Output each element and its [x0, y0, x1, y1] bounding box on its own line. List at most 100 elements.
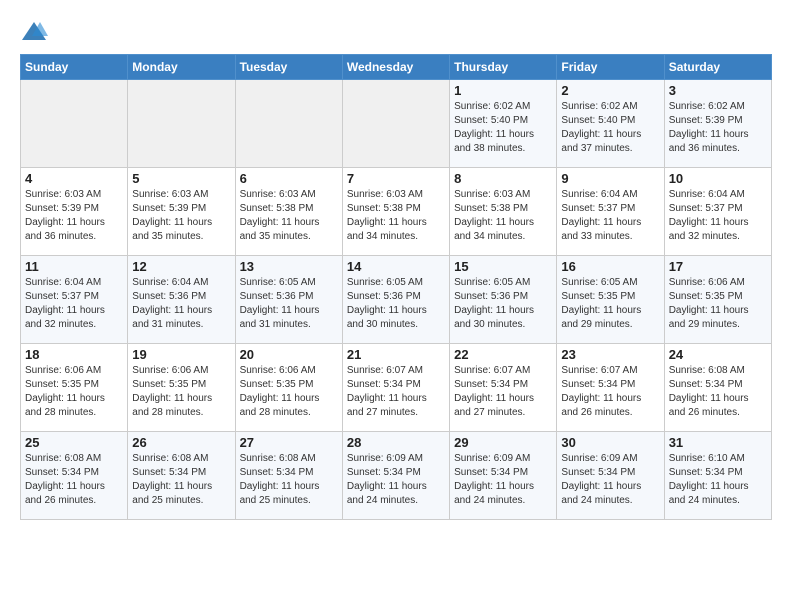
calendar-cell: 25 Sunrise: 6:08 AM Sunset: 5:34 PM Dayli…: [21, 432, 128, 520]
calendar-cell: [21, 80, 128, 168]
weekday-header-wednesday: Wednesday: [342, 55, 449, 80]
weekday-header-tuesday: Tuesday: [235, 55, 342, 80]
calendar-cell: 1 Sunrise: 6:02 AM Sunset: 5:40 PM Daylig…: [450, 80, 557, 168]
calendar-cell: 18Sunrise: 6:06 AM Sunset: 5:35 PM Dayli…: [21, 344, 128, 432]
day-info: Sunrise: 6:09 AM Sunset: 5:34 PM Dayligh…: [347, 452, 445, 508]
day-info: Sunrise: 6:08 AM Sunset: 5:34 PM Dayligh…: [25, 452, 123, 508]
day-number: 1: [454, 83, 552, 98]
calendar-week-4: 25 Sunrise: 6:08 AM Sunset: 5:34 PM Dayli…: [21, 432, 772, 520]
day-info: Sunrise: 6:04 AM Sunset: 5:37 PM Dayligh…: [669, 188, 767, 244]
day-info: Sunrise: 6:03 AM Sunset: 5:39 PM Dayligh…: [25, 188, 123, 244]
calendar-cell: 22Sunrise: 6:07 AM Sunset: 5:34 PM Dayli…: [450, 344, 557, 432]
calendar-cell: 12 Sunrise: 6:04 AM Sunset: 5:36 PM Dayli…: [128, 256, 235, 344]
weekday-header-saturday: Saturday: [664, 55, 771, 80]
logo-icon: [20, 18, 48, 46]
calendar-week-3: 18Sunrise: 6:06 AM Sunset: 5:35 PM Dayli…: [21, 344, 772, 432]
day-info: Sunrise: 6:08 AM Sunset: 5:34 PM Dayligh…: [669, 364, 767, 420]
day-info: Sunrise: 6:02 AM Sunset: 5:40 PM Dayligh…: [561, 100, 659, 156]
calendar-cell: 17 Sunrise: 6:06 AM Sunset: 5:35 PM Dayli…: [664, 256, 771, 344]
day-info: Sunrise: 6:07 AM Sunset: 5:34 PM Dayligh…: [561, 364, 659, 420]
day-number: 21: [347, 347, 445, 362]
day-info: Sunrise: 6:07 AM Sunset: 5:34 PM Dayligh…: [454, 364, 552, 420]
day-number: 12: [132, 259, 230, 274]
day-info: Sunrise: 6:03 AM Sunset: 5:38 PM Dayligh…: [240, 188, 338, 244]
day-number: 2: [561, 83, 659, 98]
calendar-cell: 8 Sunrise: 6:03 AM Sunset: 5:38 PM Daylig…: [450, 168, 557, 256]
day-number: 26: [132, 435, 230, 450]
day-number: 11: [25, 259, 123, 274]
calendar-body: 1 Sunrise: 6:02 AM Sunset: 5:40 PM Daylig…: [21, 80, 772, 520]
day-info: Sunrise: 6:10 AM Sunset: 5:34 PM Dayligh…: [669, 452, 767, 508]
calendar-cell: 26 Sunrise: 6:08 AM Sunset: 5:34 PM Dayli…: [128, 432, 235, 520]
day-info: Sunrise: 6:08 AM Sunset: 5:34 PM Dayligh…: [132, 452, 230, 508]
day-info: Sunrise: 6:06 AM Sunset: 5:35 PM Dayligh…: [669, 276, 767, 332]
calendar-cell: 7 Sunrise: 6:03 AM Sunset: 5:38 PM Daylig…: [342, 168, 449, 256]
day-info: Sunrise: 6:03 AM Sunset: 5:38 PM Dayligh…: [347, 188, 445, 244]
day-number: 15: [454, 259, 552, 274]
calendar-cell: [342, 80, 449, 168]
day-info: Sunrise: 6:02 AM Sunset: 5:39 PM Dayligh…: [669, 100, 767, 156]
calendar-cell: 14 Sunrise: 6:05 AM Sunset: 5:36 PM Dayli…: [342, 256, 449, 344]
weekday-header-friday: Friday: [557, 55, 664, 80]
day-number: 13: [240, 259, 338, 274]
calendar-week-0: 1 Sunrise: 6:02 AM Sunset: 5:40 PM Daylig…: [21, 80, 772, 168]
day-number: 30: [561, 435, 659, 450]
day-number: 25: [25, 435, 123, 450]
calendar-cell: 3 Sunrise: 6:02 AM Sunset: 5:39 PM Daylig…: [664, 80, 771, 168]
calendar-cell: [128, 80, 235, 168]
calendar-cell: 11 Sunrise: 6:04 AM Sunset: 5:37 PM Dayli…: [21, 256, 128, 344]
day-info: Sunrise: 6:03 AM Sunset: 5:39 PM Dayligh…: [132, 188, 230, 244]
day-number: 10: [669, 171, 767, 186]
day-number: 27: [240, 435, 338, 450]
day-number: 31: [669, 435, 767, 450]
calendar-cell: 27 Sunrise: 6:08 AM Sunset: 5:34 PM Dayli…: [235, 432, 342, 520]
calendar-cell: 6 Sunrise: 6:03 AM Sunset: 5:38 PM Daylig…: [235, 168, 342, 256]
day-info: Sunrise: 6:06 AM Sunset: 5:35 PM Dayligh…: [25, 364, 123, 420]
calendar-cell: 10 Sunrise: 6:04 AM Sunset: 5:37 PM Dayli…: [664, 168, 771, 256]
day-number: 16: [561, 259, 659, 274]
calendar-cell: 31 Sunrise: 6:10 AM Sunset: 5:34 PM Dayli…: [664, 432, 771, 520]
logo: [20, 18, 52, 46]
page-header: [20, 18, 772, 46]
day-info: Sunrise: 6:02 AM Sunset: 5:40 PM Dayligh…: [454, 100, 552, 156]
calendar-cell: 15Sunrise: 6:05 AM Sunset: 5:36 PM Dayli…: [450, 256, 557, 344]
calendar-cell: 2 Sunrise: 6:02 AM Sunset: 5:40 PM Daylig…: [557, 80, 664, 168]
day-info: Sunrise: 6:09 AM Sunset: 5:34 PM Dayligh…: [561, 452, 659, 508]
day-info: Sunrise: 6:04 AM Sunset: 5:37 PM Dayligh…: [25, 276, 123, 332]
calendar-week-1: 4 Sunrise: 6:03 AM Sunset: 5:39 PM Daylig…: [21, 168, 772, 256]
day-info: Sunrise: 6:03 AM Sunset: 5:38 PM Dayligh…: [454, 188, 552, 244]
day-number: 28: [347, 435, 445, 450]
calendar-cell: 23 Sunrise: 6:07 AM Sunset: 5:34 PM Dayli…: [557, 344, 664, 432]
calendar-cell: 28 Sunrise: 6:09 AM Sunset: 5:34 PM Dayli…: [342, 432, 449, 520]
day-info: Sunrise: 6:04 AM Sunset: 5:36 PM Dayligh…: [132, 276, 230, 332]
calendar-cell: 9Sunrise: 6:04 AM Sunset: 5:37 PM Daylig…: [557, 168, 664, 256]
calendar-cell: 29Sunrise: 6:09 AM Sunset: 5:34 PM Dayli…: [450, 432, 557, 520]
day-number: 19: [132, 347, 230, 362]
calendar-cell: 16 Sunrise: 6:05 AM Sunset: 5:35 PM Dayli…: [557, 256, 664, 344]
day-number: 3: [669, 83, 767, 98]
calendar-cell: 30 Sunrise: 6:09 AM Sunset: 5:34 PM Dayli…: [557, 432, 664, 520]
day-number: 17: [669, 259, 767, 274]
calendar-cell: 5 Sunrise: 6:03 AM Sunset: 5:39 PM Daylig…: [128, 168, 235, 256]
day-info: Sunrise: 6:05 AM Sunset: 5:36 PM Dayligh…: [347, 276, 445, 332]
calendar-cell: 19Sunrise: 6:06 AM Sunset: 5:35 PM Dayli…: [128, 344, 235, 432]
day-number: 20: [240, 347, 338, 362]
day-number: 23: [561, 347, 659, 362]
day-number: 4: [25, 171, 123, 186]
calendar-cell: 21 Sunrise: 6:07 AM Sunset: 5:34 PM Dayli…: [342, 344, 449, 432]
day-info: Sunrise: 6:05 AM Sunset: 5:35 PM Dayligh…: [561, 276, 659, 332]
calendar-cell: [235, 80, 342, 168]
day-number: 6: [240, 171, 338, 186]
day-number: 24: [669, 347, 767, 362]
day-info: Sunrise: 6:08 AM Sunset: 5:34 PM Dayligh…: [240, 452, 338, 508]
calendar-cell: 4 Sunrise: 6:03 AM Sunset: 5:39 PM Daylig…: [21, 168, 128, 256]
calendar-week-2: 11 Sunrise: 6:04 AM Sunset: 5:37 PM Dayli…: [21, 256, 772, 344]
calendar-cell: 24 Sunrise: 6:08 AM Sunset: 5:34 PM Dayli…: [664, 344, 771, 432]
day-number: 8: [454, 171, 552, 186]
day-info: Sunrise: 6:07 AM Sunset: 5:34 PM Dayligh…: [347, 364, 445, 420]
day-number: 14: [347, 259, 445, 274]
day-number: 29: [454, 435, 552, 450]
day-number: 9: [561, 171, 659, 186]
day-number: 5: [132, 171, 230, 186]
day-number: 7: [347, 171, 445, 186]
